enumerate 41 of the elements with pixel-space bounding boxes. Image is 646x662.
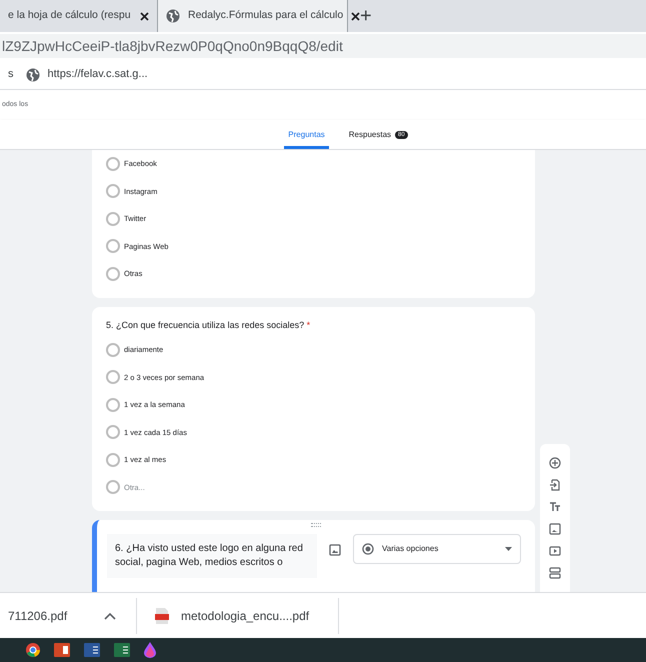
download-item[interactable]: 711206.pdf xyxy=(0,598,137,634)
radio-button[interactable] xyxy=(106,266,120,281)
new-tab-button[interactable]: + xyxy=(360,6,372,26)
bookmark[interactable]: https://felav.c.sat.g... xyxy=(26,66,148,83)
title-icon[interactable] xyxy=(549,501,561,513)
pdf-file-icon xyxy=(155,608,169,624)
section-icon[interactable] xyxy=(549,567,561,579)
radio-icon xyxy=(362,543,374,555)
drag-handle-icon[interactable] xyxy=(311,523,321,527)
close-icon[interactable] xyxy=(351,12,360,20)
dropdown-caret-icon xyxy=(505,547,512,551)
radio-button[interactable] xyxy=(106,480,120,494)
address-bar[interactable]: lZ9ZJpwHcCeeiP-tla8jbvRezw0P0qQno0n9BqqQ8/edit xyxy=(0,34,646,58)
image-icon[interactable] xyxy=(549,523,561,535)
video-icon[interactable] xyxy=(549,545,561,557)
question-title-field[interactable]: 6. ¿Ha visto usted este logo en alguna red social, pagina Web, medios escritos o xyxy=(107,534,317,578)
radio-button[interactable] xyxy=(106,452,120,467)
radio-button[interactable] xyxy=(106,239,120,254)
radio-button[interactable] xyxy=(106,398,120,412)
question-text: 5. ¿Con que frecuencia utiliza las redes sociales? * xyxy=(106,318,312,332)
radio-button[interactable] xyxy=(106,370,120,384)
radio-button[interactable] xyxy=(106,184,120,198)
word-icon[interactable] xyxy=(84,643,100,657)
drop-icon[interactable] xyxy=(144,642,156,658)
excel-icon[interactable] xyxy=(114,643,130,657)
radio-button[interactable] xyxy=(106,425,120,440)
globe-icon xyxy=(26,68,40,82)
powerpoint-icon[interactable] xyxy=(54,643,70,657)
caret-up-icon[interactable] xyxy=(104,612,116,620)
bookmark[interactable]: s xyxy=(8,66,14,83)
chrome-icon[interactable] xyxy=(26,643,40,657)
import-icon[interactable] xyxy=(549,479,561,491)
question-type-dropdown[interactable]: Varias opciones xyxy=(353,534,521,564)
globe-icon xyxy=(166,9,180,23)
image-icon[interactable] xyxy=(329,544,341,556)
radio-button[interactable] xyxy=(106,212,120,226)
radio-button[interactable] xyxy=(106,156,120,171)
close-icon[interactable] xyxy=(140,12,149,20)
download-item[interactable]: metodologia_encu....pdf xyxy=(137,598,339,634)
add-icon[interactable] xyxy=(549,457,561,469)
radio-button[interactable] xyxy=(106,342,120,357)
